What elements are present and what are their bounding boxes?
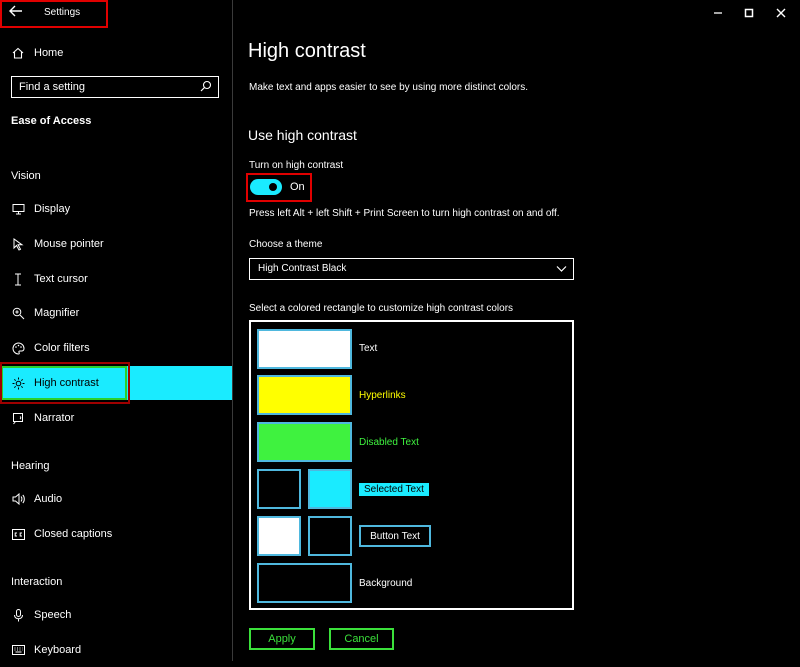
category-title: Ease of Access bbox=[11, 115, 92, 127]
keyboard-icon bbox=[11, 643, 25, 657]
button-text-bg-swatch[interactable] bbox=[308, 516, 352, 556]
close-button[interactable] bbox=[771, 3, 791, 23]
magnifier-icon bbox=[11, 306, 25, 320]
sidebar-item-mouse-pointer[interactable]: Mouse pointer bbox=[0, 227, 232, 261]
speaker-icon bbox=[11, 492, 25, 506]
sidebar-item-magnifier[interactable]: Magnifier bbox=[0, 296, 232, 330]
colors-label: Select a colored rectangle to customize … bbox=[249, 303, 514, 314]
sidebar-item-text-cursor[interactable]: Text cursor bbox=[0, 262, 232, 296]
disabled-text-color-swatch[interactable] bbox=[257, 422, 352, 462]
search-icon[interactable] bbox=[200, 80, 214, 94]
section-title: Use high contrast bbox=[248, 127, 357, 143]
sidebar-item-label: Magnifier bbox=[34, 307, 80, 319]
page-description: Make text and apps easier to see by usin… bbox=[249, 82, 529, 93]
sidebar-item-label: Mouse pointer bbox=[34, 238, 104, 250]
theme-dropdown-value: High Contrast Black bbox=[258, 263, 347, 274]
text-color-label: Text bbox=[359, 343, 378, 354]
sidebar-item-label: Narrator bbox=[34, 412, 75, 424]
sidebar-item-keyboard[interactable]: Keyboard bbox=[0, 633, 232, 667]
apply-button[interactable]: Apply bbox=[249, 628, 315, 650]
mouse-pointer-icon bbox=[11, 237, 25, 251]
section-header-hearing: Hearing bbox=[11, 460, 50, 472]
sidebar-item-label: Audio bbox=[34, 493, 63, 505]
narrator-icon bbox=[11, 411, 25, 425]
section-header-vision: Vision bbox=[11, 170, 41, 182]
monitor-icon bbox=[11, 202, 25, 216]
sidebar-item-label: Home bbox=[34, 47, 64, 59]
theme-label: Choose a theme bbox=[249, 239, 323, 250]
sidebar-item-label: Text cursor bbox=[34, 273, 88, 285]
maximize-icon bbox=[744, 8, 754, 18]
sidebar-item-label: Closed captions bbox=[34, 528, 113, 540]
text-color-swatch[interactable] bbox=[257, 329, 352, 369]
page-title: High contrast bbox=[248, 40, 366, 62]
sidebar-item-closed-captions[interactable]: Closed captions bbox=[0, 517, 232, 551]
sidebar: Settings Home Ease of Access Vision Disp… bbox=[0, 0, 232, 661]
theme-dropdown[interactable]: High Contrast Black bbox=[249, 258, 574, 280]
button-text-fg-swatch[interactable] bbox=[257, 516, 301, 556]
disabled-text-color-label: Disabled Text bbox=[359, 437, 419, 448]
toggle-highlight-box bbox=[246, 173, 312, 202]
cancel-button[interactable]: Cancel bbox=[329, 628, 394, 650]
shortcut-hint: Press left Alt + left Shift + Print Scre… bbox=[249, 208, 560, 219]
sidebar-item-home[interactable]: Home bbox=[0, 36, 232, 70]
cc-icon bbox=[11, 527, 25, 541]
text-cursor-icon bbox=[11, 272, 25, 286]
sidebar-item-display[interactable]: Display bbox=[0, 192, 232, 226]
home-icon bbox=[11, 46, 25, 60]
maximize-button[interactable] bbox=[739, 3, 759, 23]
hyperlinks-color-label: Hyperlinks bbox=[359, 390, 406, 401]
chevron-down-icon bbox=[556, 264, 567, 276]
search-box bbox=[11, 76, 219, 98]
selected-text-color-label: Selected Text bbox=[359, 483, 429, 496]
sidebar-item-label: Color filters bbox=[34, 342, 90, 354]
toggle-label: Turn on high contrast bbox=[249, 160, 344, 171]
color-panel: Text Hyperlinks Disabled Text Selected T… bbox=[249, 320, 574, 610]
microphone-icon bbox=[11, 608, 25, 622]
minimize-button[interactable] bbox=[708, 3, 728, 23]
background-color-label: Background bbox=[359, 578, 413, 589]
section-header-interaction: Interaction bbox=[11, 576, 63, 588]
sidebar-item-label: Display bbox=[34, 203, 71, 215]
sidebar-item-label: Keyboard bbox=[34, 644, 82, 656]
palette-icon bbox=[11, 341, 25, 355]
search-input[interactable] bbox=[12, 77, 199, 97]
sidebar-item-color-filters[interactable]: Color filters bbox=[0, 331, 232, 365]
high-contrast-highlight-box bbox=[0, 362, 130, 404]
sidebar-item-label: Speech bbox=[34, 609, 72, 621]
hyperlinks-color-swatch[interactable] bbox=[257, 375, 352, 415]
selected-text-fg-swatch[interactable] bbox=[257, 469, 301, 509]
selected-text-bg-swatch[interactable] bbox=[308, 469, 352, 509]
main-pane: High contrast Make text and apps easier … bbox=[233, 0, 800, 661]
background-color-swatch[interactable] bbox=[257, 563, 352, 603]
minimize-icon bbox=[714, 12, 722, 14]
title-highlight-box bbox=[0, 0, 108, 28]
sidebar-item-audio[interactable]: Audio bbox=[0, 482, 232, 516]
sidebar-item-speech[interactable]: Speech bbox=[0, 598, 232, 632]
button-text-color-label: Button Text bbox=[359, 525, 431, 547]
sidebar-item-narrator[interactable]: Narrator bbox=[0, 401, 232, 435]
close-icon bbox=[776, 8, 786, 18]
